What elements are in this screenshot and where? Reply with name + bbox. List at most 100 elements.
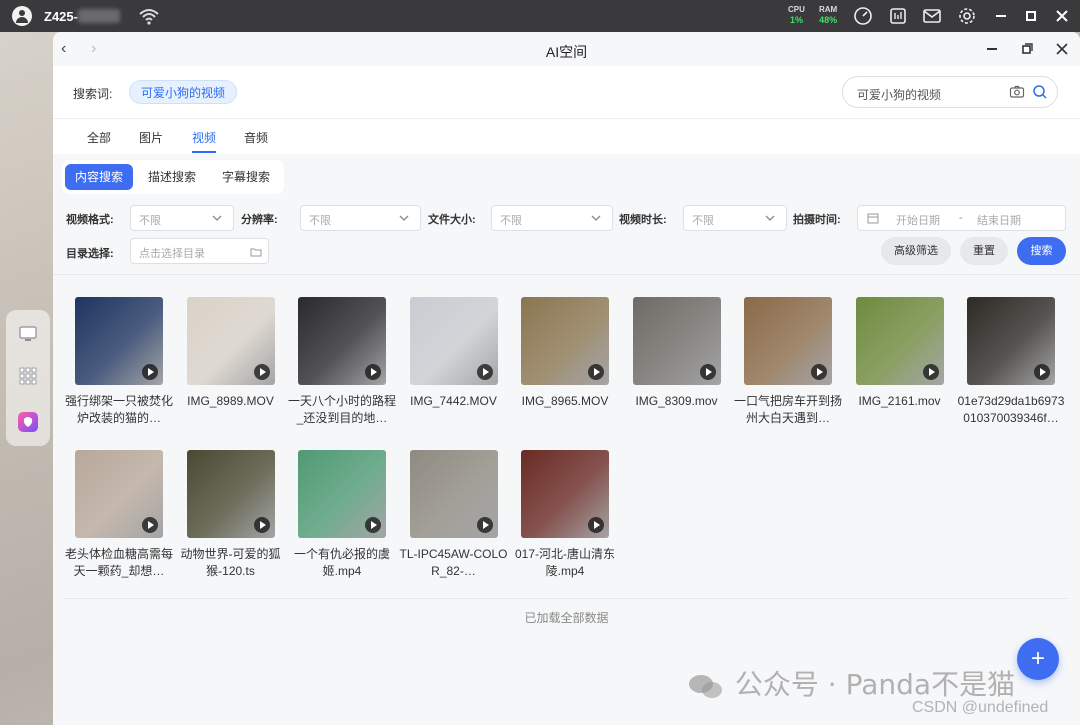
- play-icon: [1034, 364, 1050, 380]
- content-search-mode[interactable]: 内容搜索: [65, 164, 134, 190]
- video-thumbnail[interactable]: [186, 297, 275, 385]
- video-thumbnail[interactable]: [298, 450, 386, 538]
- video-result-tile[interactable]: IMG_8989.MOV: [176, 297, 286, 437]
- video-duration-label: 视频时长:: [619, 214, 667, 226]
- wechat-watermark: 公众号 · Panda不是猫: [686, 663, 1015, 703]
- date-range-picker[interactable]: 开始日期 - 结束日期: [857, 205, 1066, 231]
- video-result-tile[interactable]: 老头体检血糖高需每天一颗药_却想…: [64, 450, 174, 590]
- maximize-icon[interactable]: [1018, 40, 1036, 58]
- app-dock: [6, 310, 50, 446]
- video-thumbnail[interactable]: [967, 297, 1055, 385]
- advanced-filter-button[interactable]: 高级筛选: [881, 237, 951, 265]
- video-result-tile[interactable]: 一个有仇必报的虞姬.mp4: [287, 450, 397, 590]
- directory-label: 目录选择:: [66, 248, 114, 260]
- search-icon[interactable]: [1032, 84, 1048, 100]
- file-size-select[interactable]: 不限: [491, 205, 613, 231]
- active-tab-indicator: [192, 151, 216, 153]
- shoot-time-label: 拍摄时间:: [793, 214, 841, 226]
- video-thumbnail[interactable]: [744, 297, 832, 385]
- restore-desktop-icon[interactable]: [1021, 6, 1041, 26]
- wechat-watermark-text: 公众号 · Panda不是猫: [734, 668, 1016, 701]
- video-result-tile[interactable]: 一口气把房车开到扬州大白天遇到…: [733, 297, 843, 437]
- app-grid-icon[interactable]: [18, 366, 38, 386]
- video-file-name: IMG_8965.MOV: [521, 394, 609, 408]
- video-result-tile[interactable]: IMG_7442.MOV: [399, 297, 509, 437]
- play-icon: [699, 364, 716, 380]
- keyword-chip[interactable]: 可爱小狗的视频: [129, 80, 238, 104]
- video-duration-select[interactable]: 不限: [683, 205, 787, 231]
- video-thumbnail[interactable]: [521, 297, 609, 385]
- results-grid: 强行绑架一只被焚化炉改装的猫的… IMG_8989.MOV 一天八个小时的路程_还没…: [53, 276, 1080, 725]
- minimize-icon[interactable]: [983, 40, 1001, 58]
- video-result-tile[interactable]: TL-IPC45AW-COLOR_82-…: [399, 450, 509, 590]
- video-file-name: 老头体检血糖高需每天一颗药_却想…: [64, 547, 173, 578]
- video-thumbnail[interactable]: [855, 297, 944, 385]
- video-file-name: 017-河北-唐山清东陵.mp4: [514, 547, 615, 578]
- monitor-icon[interactable]: [18, 324, 38, 344]
- video-file-name: 一个有仇必报的虞姬.mp4: [293, 547, 390, 578]
- cpu-value: 1%: [789, 15, 803, 25]
- video-thumbnail[interactable]: [298, 297, 386, 385]
- video-result-tile[interactable]: 01e73d29da1b6973010370039346f…: [956, 297, 1066, 437]
- directory-picker[interactable]: 点击选择目录: [130, 238, 269, 264]
- calendar-icon: [867, 213, 879, 224]
- tab-all[interactable]: 全部: [87, 129, 111, 146]
- ai-space-app-icon[interactable]: [18, 412, 38, 432]
- video-result-tile[interactable]: 动物世界-可爱的狐猴-120.ts: [176, 450, 286, 590]
- subtitle-search-mode[interactable]: 字幕搜索: [212, 164, 280, 190]
- resolution-value: 不限: [309, 215, 331, 227]
- video-result-tile[interactable]: IMG_2161.mov: [845, 297, 955, 437]
- video-thumbnail[interactable]: [75, 450, 163, 538]
- play-icon: [588, 364, 604, 380]
- camera-icon[interactable]: [1009, 84, 1025, 100]
- minimize-desktop-icon[interactable]: [991, 6, 1011, 26]
- start-date-input[interactable]: 开始日期: [896, 212, 940, 228]
- chevron-down-icon: [212, 215, 222, 221]
- date-separator: -: [959, 212, 963, 224]
- search-mode-segmented: 内容搜索 描述搜索 字幕搜索: [62, 160, 284, 194]
- video-result-tile[interactable]: IMG_8309.mov: [622, 297, 732, 437]
- mail-icon[interactable]: [922, 6, 942, 26]
- wifi-icon[interactable]: [138, 6, 160, 26]
- play-icon: [253, 517, 270, 533]
- video-thumbnail[interactable]: [409, 450, 498, 538]
- csdn-watermark: CSDN @undefined: [912, 699, 1049, 716]
- cpu-usage: CPU 1%: [788, 5, 805, 25]
- video-file-name: 动物世界-可爱的狐猴-120.ts: [180, 547, 281, 578]
- search-input-value[interactable]: 可爱小狗的视频: [857, 86, 941, 103]
- video-result-tile[interactable]: 一天八个小时的路程_还没到目的地…: [287, 297, 397, 437]
- end-date-input[interactable]: 结束日期: [977, 212, 1021, 228]
- video-format-value: 不限: [139, 215, 161, 227]
- close-desktop-icon[interactable]: [1052, 6, 1072, 26]
- reset-button[interactable]: 重置: [960, 237, 1008, 265]
- video-thumbnail[interactable]: [186, 450, 275, 538]
- video-thumbnail[interactable]: [409, 297, 498, 385]
- tab-audio[interactable]: 音频: [244, 129, 268, 146]
- user-avatar-icon[interactable]: [12, 6, 32, 26]
- search-input[interactable]: 可爱小狗的视频: [842, 76, 1058, 108]
- video-result-tile[interactable]: IMG_8965.MOV: [510, 297, 620, 437]
- description-search-mode[interactable]: 描述搜索: [138, 164, 206, 190]
- play-icon: [476, 364, 493, 380]
- video-thumbnail[interactable]: [75, 297, 163, 385]
- video-result-tile[interactable]: 017-河北-唐山清东陵.mp4: [510, 450, 620, 590]
- ram-usage: RAM 48%: [819, 5, 837, 25]
- settings-gear-icon[interactable]: [957, 6, 977, 26]
- file-size-label: 文件大小:: [428, 214, 476, 226]
- play-icon: [588, 517, 604, 533]
- video-file-name: IMG_8989.MOV: [187, 394, 274, 408]
- video-thumbnail[interactable]: [632, 297, 721, 385]
- video-result-tile[interactable]: 强行绑架一只被焚化炉改装的猫的…: [64, 297, 174, 437]
- close-icon[interactable]: [1053, 40, 1071, 58]
- tab-videos[interactable]: 视频: [192, 129, 216, 146]
- tab-images[interactable]: 图片: [139, 129, 163, 146]
- resolution-select[interactable]: 不限: [300, 205, 421, 231]
- task-manager-icon[interactable]: [888, 6, 908, 26]
- search-button[interactable]: 搜索: [1017, 237, 1066, 265]
- video-format-select[interactable]: 不限: [130, 205, 234, 231]
- speedometer-icon[interactable]: [853, 6, 873, 26]
- keyword-label: 搜索词:: [73, 87, 113, 101]
- ai-space-window: ‹ › AI空间 搜索词: 可爱小狗的视频 可爱小狗的视频 全部 图片 视频 音…: [53, 32, 1080, 725]
- add-fab-button[interactable]: +: [1017, 638, 1059, 680]
- video-thumbnail[interactable]: [521, 450, 609, 538]
